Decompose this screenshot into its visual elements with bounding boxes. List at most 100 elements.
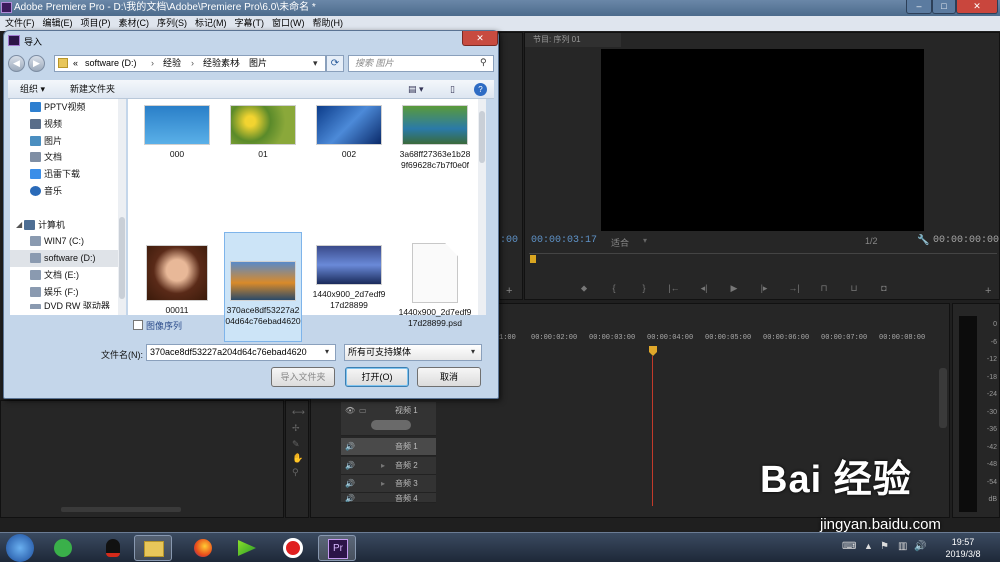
file-item[interactable]: 002 (312, 99, 386, 160)
fit-dropdown[interactable]: 适合 (611, 236, 629, 249)
expand-arrow-icon[interactable]: ▸ (381, 475, 385, 493)
taskbar-app-qq[interactable] (94, 535, 132, 561)
play-icon[interactable]: ▶ (725, 281, 743, 295)
nav-item-music[interactable]: 音乐 (10, 183, 125, 200)
taskbar-app-explorer[interactable] (134, 535, 172, 561)
file-item[interactable]: 000 (140, 99, 214, 160)
nav-scroll-thumb[interactable] (119, 217, 125, 299)
address-crumb-jingyan[interactable]: 经验 (163, 56, 181, 71)
speaker-icon[interactable]: 🔊 (345, 438, 355, 456)
tray-expand-icon[interactable]: ▲ (864, 541, 873, 551)
action-center-icon[interactable]: ⚑ (880, 541, 889, 552)
address-overflow[interactable]: « (73, 56, 78, 71)
search-input[interactable]: 搜索 图片 (348, 55, 494, 72)
zoom-tool-icon[interactable]: ⚲ (292, 467, 299, 478)
back-button-icon[interactable]: ◀ (8, 55, 25, 72)
close-button[interactable]: ✕ (956, 0, 998, 14)
file-list-scrollbar[interactable] (478, 99, 486, 315)
eye-icon[interactable]: 👁 (345, 402, 355, 420)
step-forward-icon[interactable]: |▸ (755, 281, 773, 295)
view-options-icon[interactable]: ▤ ▾ (408, 80, 424, 99)
speaker-icon[interactable]: 🔊 (345, 493, 355, 502)
file-type-select[interactable]: 所有可支持媒体 (344, 344, 482, 361)
lift-icon[interactable]: ⊓ (815, 281, 833, 295)
open-button[interactable]: 打开(O) (345, 367, 409, 387)
dialog-close-button[interactable]: ✕ (462, 31, 498, 46)
file-item[interactable]: 00011 (140, 239, 214, 316)
video-keyframe-toggle[interactable] (371, 420, 411, 430)
program-timecode-current[interactable]: 00:00:03:17 (531, 235, 597, 246)
file-item[interactable]: 1440x900_2d7edf917d28899.psd (398, 237, 472, 329)
ripple-tool-icon[interactable]: ⟷ (292, 407, 305, 418)
taskbar-app-recorder[interactable] (274, 535, 312, 561)
keyboard-icon[interactable]: ⌨ (842, 541, 856, 552)
image-sequence-checkbox[interactable] (133, 320, 143, 330)
mark-in-icon[interactable]: { (605, 281, 623, 295)
address-crumb-drive[interactable]: software (D:) (85, 56, 137, 71)
settings-wrench-icon[interactable]: 🔧 (917, 235, 929, 246)
menu-window[interactable]: 窗口(W) (267, 16, 308, 31)
slip-tool-icon[interactable]: ✢ (292, 423, 300, 434)
speaker-icon[interactable]: 🔊 (345, 475, 355, 493)
nav-scrollbar[interactable] (118, 99, 126, 315)
new-folder-button[interactable]: 新建文件夹 (70, 80, 115, 99)
file-item-selected[interactable]: 370ace8df53227a204d64c76ebad4620 (224, 232, 302, 342)
track-video-1[interactable]: 👁 ▭ 视频 1 (341, 402, 436, 436)
filename-dropdown-icon[interactable]: ▾ (325, 347, 329, 356)
menu-help[interactable]: 帮助(H) (308, 16, 347, 31)
track-audio-1[interactable]: 🔊 音频 1 (341, 438, 436, 456)
collapse-arrow-icon[interactable]: ◢ (16, 217, 22, 234)
hand-tool-icon[interactable]: ✋ (292, 453, 303, 464)
extract-icon[interactable]: ⊔ (845, 281, 863, 295)
address-crumb-sucai[interactable]: 经验素材 (203, 56, 239, 71)
nav-item-videos[interactable]: 视频 (10, 116, 125, 133)
timeline-playhead-handle[interactable] (649, 346, 657, 356)
source-add-icon[interactable]: + (506, 285, 512, 297)
file-scroll-thumb[interactable] (479, 111, 485, 163)
nav-item-drive-f[interactable]: 娱乐 (F:) (10, 284, 125, 301)
start-button-icon[interactable] (6, 534, 34, 562)
nav-item-drive-d[interactable]: software (D:) (10, 250, 125, 267)
speaker-icon[interactable]: 🔊 (345, 457, 355, 475)
menu-sequence[interactable]: 序列(S) (152, 16, 190, 31)
maximize-button[interactable]: □ (932, 0, 956, 14)
step-back-icon[interactable]: ◂| (695, 281, 713, 295)
clock[interactable]: 19:57 2019/3/8 (938, 536, 988, 560)
taskbar-app-firefox[interactable] (184, 535, 222, 561)
program-playhead-marker[interactable] (530, 255, 536, 263)
menu-edit[interactable]: 编辑(E) (38, 16, 76, 31)
taskbar-app-media[interactable] (228, 535, 266, 561)
help-icon[interactable]: ? (474, 83, 487, 96)
menu-file[interactable]: 文件(F) (0, 16, 38, 31)
refresh-icon[interactable]: ⟳ (326, 55, 344, 72)
resolution-dropdown[interactable]: 1/2 (865, 236, 878, 246)
organize-button[interactable]: 组织 ▾ (20, 80, 45, 99)
nav-item-documents[interactable]: 文档 (10, 149, 125, 166)
add-button-icon[interactable]: + (985, 285, 991, 297)
import-folder-button[interactable]: 导入文件夹 (271, 367, 335, 387)
project-zoom-slider[interactable] (61, 507, 181, 512)
nav-item-pictures[interactable]: 图片 (10, 133, 125, 150)
timeline-vertical-scrollbar[interactable] (939, 368, 947, 428)
mark-out-icon[interactable]: } (635, 281, 653, 295)
preview-pane-icon[interactable]: ▯ (450, 80, 455, 99)
forward-button-icon[interactable]: ▶ (28, 55, 45, 72)
go-to-in-icon[interactable]: |← (665, 281, 683, 295)
filename-input[interactable]: 370ace8df53227a204d64c76ebad4620 (146, 344, 336, 361)
nav-item-drive-e[interactable]: 文档 (E:) (10, 267, 125, 284)
nav-item-computer[interactable]: ◢ 计算机 (10, 217, 125, 234)
file-type-dropdown-icon[interactable]: ▾ (471, 347, 475, 356)
volume-icon[interactable]: 🔊 (914, 541, 926, 552)
address-bar[interactable]: « software (D:) › 经验 › 经验素材 › 图片 ▾ (54, 55, 326, 72)
expand-arrow-icon[interactable]: ▸ (381, 457, 385, 475)
address-crumb-tupian[interactable]: 图片 (249, 56, 267, 71)
cancel-button[interactable]: 取消 (417, 367, 481, 387)
menu-title[interactable]: 字幕(T) (230, 16, 268, 31)
track-audio-3[interactable]: 🔊 ▸ 音频 3 (341, 475, 436, 493)
nav-item-drive-c[interactable]: WIN7 (C:) (10, 233, 125, 250)
nav-item-pptv[interactable]: PPTV视频 (10, 99, 125, 116)
network-icon[interactable]: ▥ (898, 541, 907, 552)
track-audio-4[interactable]: 🔊 音频 4 (341, 493, 436, 503)
camera-icon[interactable]: ◘ (875, 281, 893, 295)
marker-icon[interactable]: ⬥ (575, 281, 593, 295)
